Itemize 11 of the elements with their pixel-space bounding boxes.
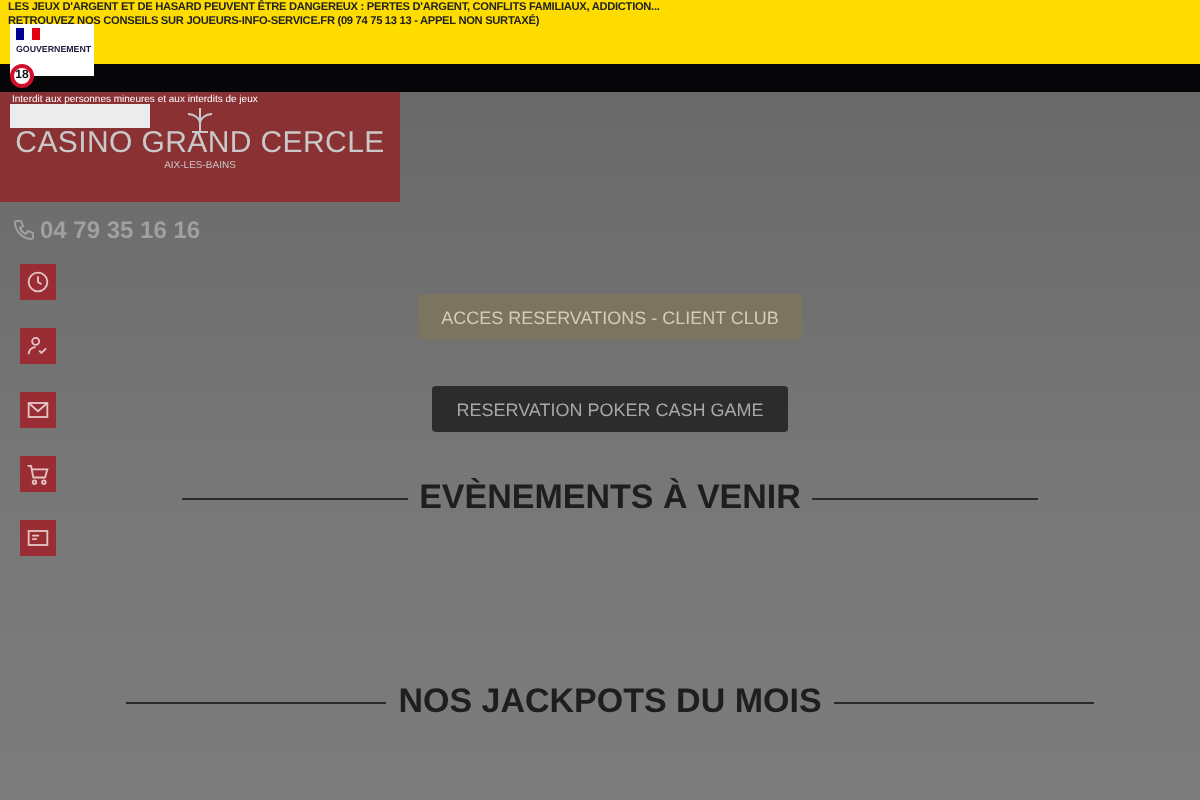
section-heading: EVÈNEMENTS À VENIR: [419, 478, 801, 518]
phone-icon: [12, 218, 36, 242]
mail-icon[interactable]: [20, 392, 56, 428]
user-check-icon[interactable]: [20, 328, 56, 364]
section-heading: NOS JACKPOTS DU MOIS: [398, 682, 822, 722]
card-icon[interactable]: [20, 520, 56, 556]
cart-icon[interactable]: [20, 456, 56, 492]
clock-icon[interactable]: [20, 264, 56, 300]
notice-tab: [10, 104, 150, 128]
logo-name: CASINO GRAND CERCLE: [15, 126, 385, 160]
reservation-button[interactable]: RESERVATION POKER CASH GAME: [432, 386, 788, 432]
